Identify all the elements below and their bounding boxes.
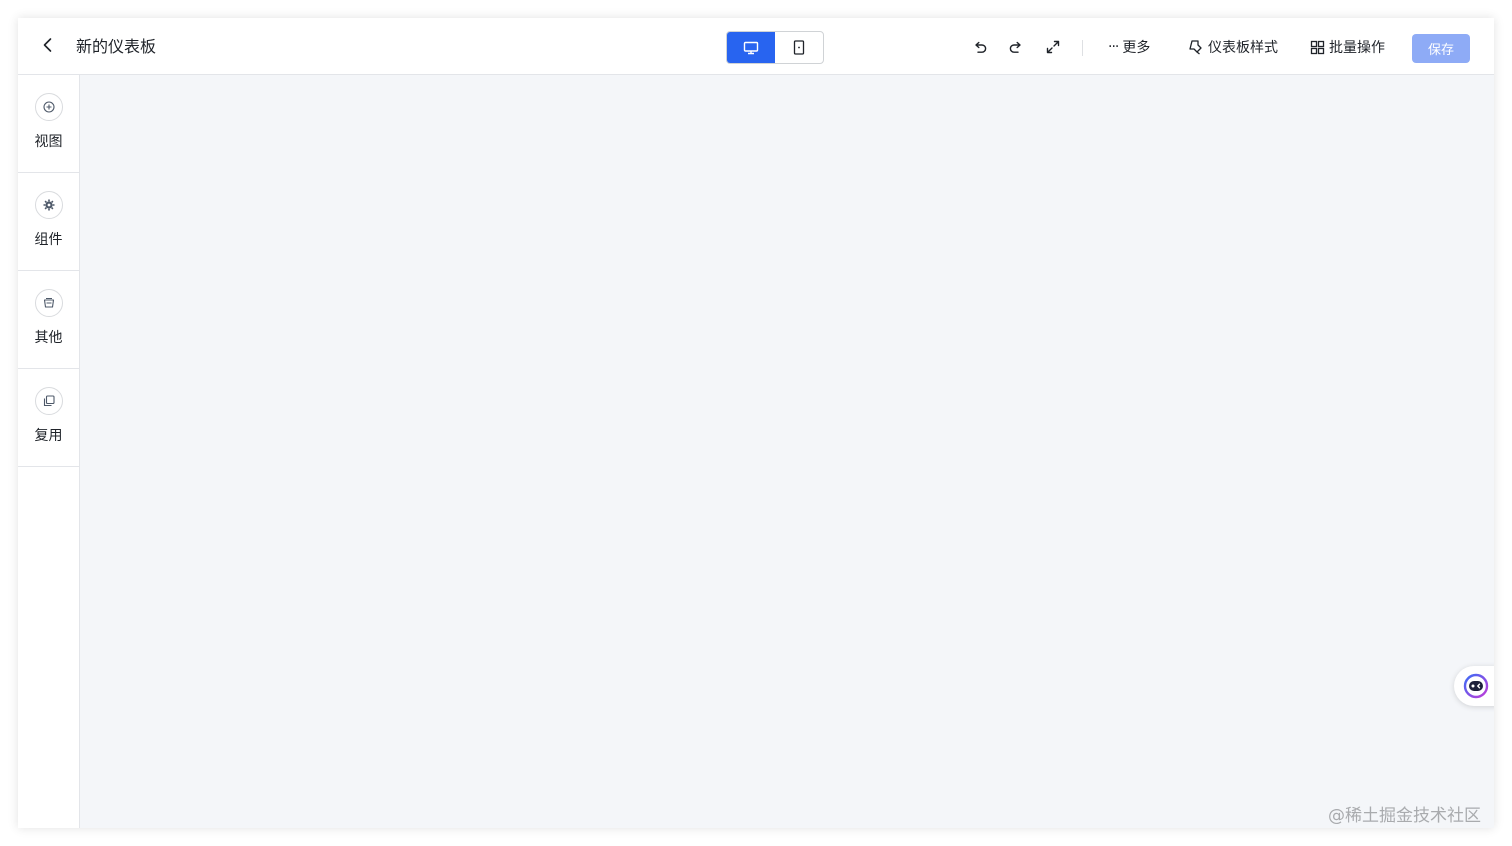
sidebar-item-label: 其他 xyxy=(34,330,63,346)
more-button[interactable]: ··· 更多 xyxy=(1108,37,1150,57)
brush-icon xyxy=(1189,40,1202,55)
plus-circle-icon xyxy=(42,101,55,113)
batch-operation-label: 批量操作 xyxy=(1329,40,1385,56)
toolbar-divider xyxy=(1082,40,1083,56)
redo-icon xyxy=(1009,41,1021,53)
left-sidebar: 视图 组件 其他 复用 xyxy=(18,75,80,828)
grid-icon xyxy=(1310,40,1325,54)
desktop-icon xyxy=(743,41,759,54)
desktop-mode-button[interactable] xyxy=(727,32,775,63)
redo-button[interactable] xyxy=(1005,36,1027,58)
dashboard-canvas[interactable] xyxy=(80,75,1494,828)
sidebar-item-label: 组件 xyxy=(34,232,63,248)
expand-icon xyxy=(1046,40,1060,54)
mobile-mode-button[interactable] xyxy=(775,32,823,63)
assistant-button[interactable] xyxy=(1454,666,1494,706)
sidebar-icon-wrap xyxy=(34,289,63,317)
sidebar-item-other[interactable]: 其他 xyxy=(18,271,79,369)
undo-button[interactable] xyxy=(969,36,991,58)
sidebar-item-label: 视图 xyxy=(34,134,63,150)
batch-operation-button[interactable]: 批量操作 xyxy=(1310,37,1385,57)
dashboard-editor-window: 新的仪表板 ··· 更多 仪表板样式 批量操作 保存 视图 组件 其他 复用 @… xyxy=(18,18,1494,828)
dashboard-style-button[interactable]: 仪表板样式 xyxy=(1188,37,1278,57)
gear-icon xyxy=(43,199,54,211)
mobile-icon xyxy=(793,40,805,55)
sidebar-icon-wrap xyxy=(34,93,63,121)
chevron-left-icon xyxy=(43,38,52,52)
more-label: 更多 xyxy=(1122,40,1151,56)
sidebar-icon-wrap xyxy=(34,387,63,415)
top-toolbar: 新的仪表板 ··· 更多 仪表板样式 批量操作 保存 xyxy=(18,18,1494,75)
ellipsis-icon: ··· xyxy=(1108,39,1119,55)
fullscreen-button[interactable] xyxy=(1042,36,1064,58)
sidebar-item-view[interactable]: 视图 xyxy=(18,75,79,173)
copy-icon xyxy=(43,395,55,407)
dashboard-style-label: 仪表板样式 xyxy=(1208,40,1278,56)
sidebar-item-component[interactable]: 组件 xyxy=(18,173,79,271)
box-icon xyxy=(43,297,54,308)
assistant-bot-icon xyxy=(1463,673,1489,699)
save-button[interactable]: 保存 xyxy=(1412,34,1470,63)
page-title: 新的仪表板 xyxy=(76,37,157,56)
device-mode-switch xyxy=(726,31,824,64)
watermark: @稀土掘金技术社区 xyxy=(1328,806,1481,826)
sidebar-icon-wrap xyxy=(34,191,63,219)
sidebar-item-reuse[interactable]: 复用 xyxy=(18,369,79,467)
undo-icon xyxy=(975,41,987,53)
sidebar-item-label: 复用 xyxy=(34,428,63,444)
back-button[interactable] xyxy=(36,33,60,57)
